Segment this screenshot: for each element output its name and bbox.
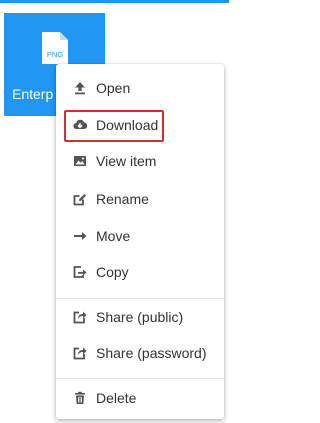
trash-icon [73,391,87,405]
menu-item-label: Open [96,80,131,96]
menu-item-label: Share (password) [96,345,207,361]
menu-item-label: Move [96,228,131,244]
menu-item-label: View item [96,153,157,169]
menu-item-rename[interactable]: Rename [56,183,224,215]
share-icon [73,310,87,324]
file-type-badge: PNG [47,50,63,59]
arrow-right-icon [73,229,87,243]
menu-divider [56,298,224,299]
menu-item-download[interactable]: Download [56,109,224,141]
menu-item-label: Share (public) [96,309,184,325]
menu-item-share-public[interactable]: Share (public) [56,301,224,333]
file-browser-view: PNG Enterp Open Download View item Renam… [0,0,229,423]
image-icon [73,154,87,168]
context-menu: Open Download View item Rename Move Copy… [56,64,224,419]
copy-icon [73,265,87,279]
menu-item-move[interactable]: Move [56,220,224,252]
menu-item-delete[interactable]: Delete [56,382,224,414]
menu-divider [56,378,224,379]
edit-icon [73,192,87,206]
share-icon [73,346,87,360]
png-file-icon: PNG [42,32,68,64]
menu-item-share-password[interactable]: Share (password) [56,337,224,369]
menu-item-label: Delete [96,390,137,406]
menu-item-copy[interactable]: Copy [56,256,224,288]
cloud-download-icon [73,118,87,132]
menu-item-view[interactable]: View item [56,145,224,177]
menu-item-label: Copy [96,264,129,280]
menu-item-label: Download [96,117,159,133]
file-name: Enterp [12,86,54,102]
upload-icon [73,81,87,95]
menu-item-label: Rename [96,191,149,207]
menu-item-open[interactable]: Open [56,72,224,104]
top-accent-bar [0,0,229,3]
